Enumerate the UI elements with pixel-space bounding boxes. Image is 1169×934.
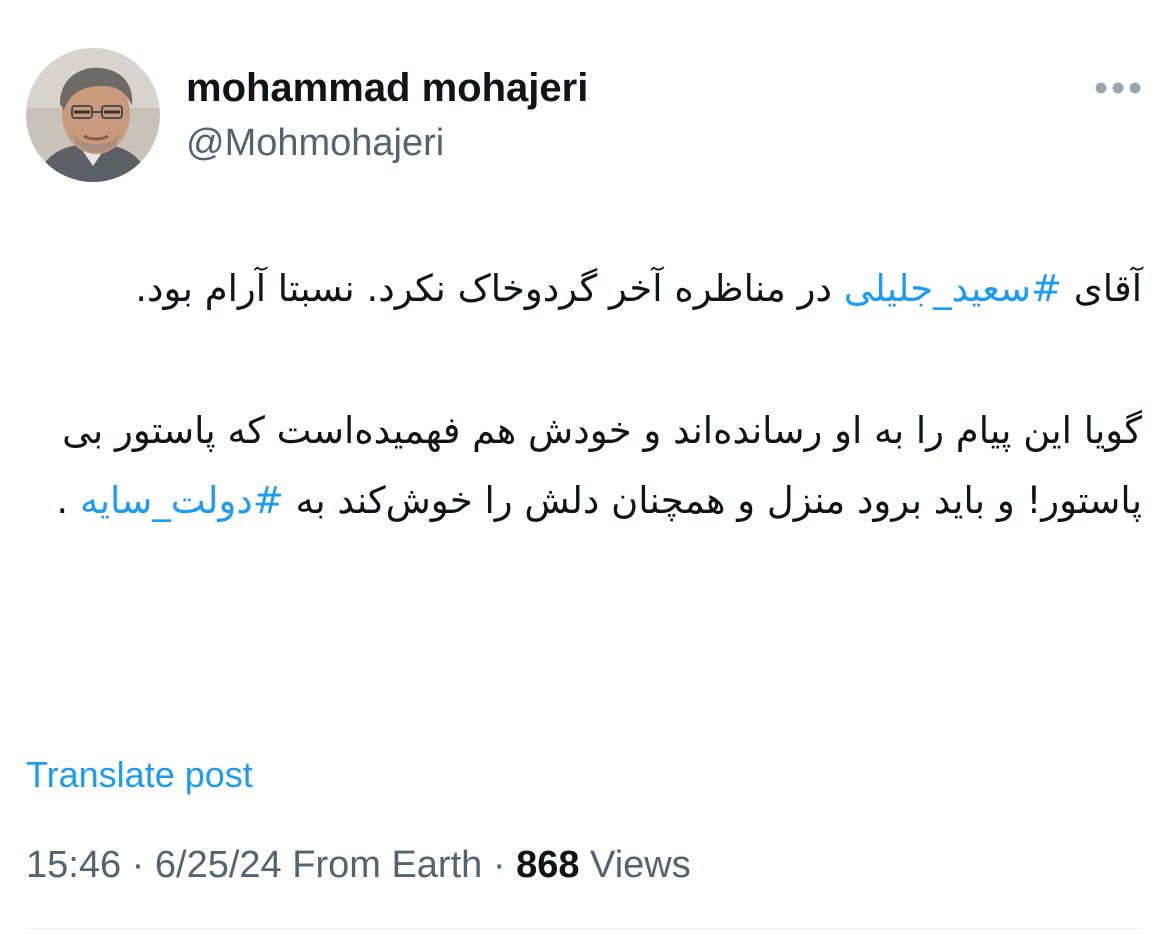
more-options-button[interactable] xyxy=(1088,70,1148,106)
author-handle[interactable]: @Mohmohajeri xyxy=(186,118,444,168)
hashtag-link[interactable]: #دولت_سایه xyxy=(80,479,284,522)
tweet-text-segment: آقای xyxy=(1062,267,1142,310)
meta-separator: · xyxy=(482,844,517,886)
author-display-name[interactable]: mohammad mohajeri xyxy=(186,62,588,114)
hashtag-link[interactable]: #سعید_جلیلی xyxy=(844,267,1062,310)
tweet-paragraph-2: گویا این پیام را به او رسانده‌اند و خودش… xyxy=(26,396,1142,536)
views-label: Views xyxy=(590,844,691,886)
views-count: 868 xyxy=(516,844,580,886)
avatar-photo xyxy=(26,48,160,182)
tweet-paragraph-1: آقای #سعید_جلیلی در مناظره آخر گردوخاک ن… xyxy=(26,254,1142,324)
tweet-source: From Earth xyxy=(292,844,483,886)
more-horizontal-icon xyxy=(1095,82,1141,94)
translate-post-link[interactable]: Translate post xyxy=(26,752,253,798)
tweet-text-segment: . xyxy=(56,479,80,522)
meta-separator: · xyxy=(121,844,155,886)
tweet-text: آقای #سعید_جلیلی در مناظره آخر گردوخاک ن… xyxy=(26,254,1142,536)
tweet-date[interactable]: 6/25/24 xyxy=(155,844,282,886)
avatar[interactable] xyxy=(26,48,160,182)
tweet-text-segment: در مناظره آخر گردوخاک نکرد. نسبتا آرام ب… xyxy=(135,267,844,310)
tweet-time[interactable]: 15:46 xyxy=(26,844,121,886)
tweet-meta: 15:46 · 6/25/24 From Earth · 868 Views xyxy=(26,840,691,890)
divider xyxy=(26,928,1142,929)
